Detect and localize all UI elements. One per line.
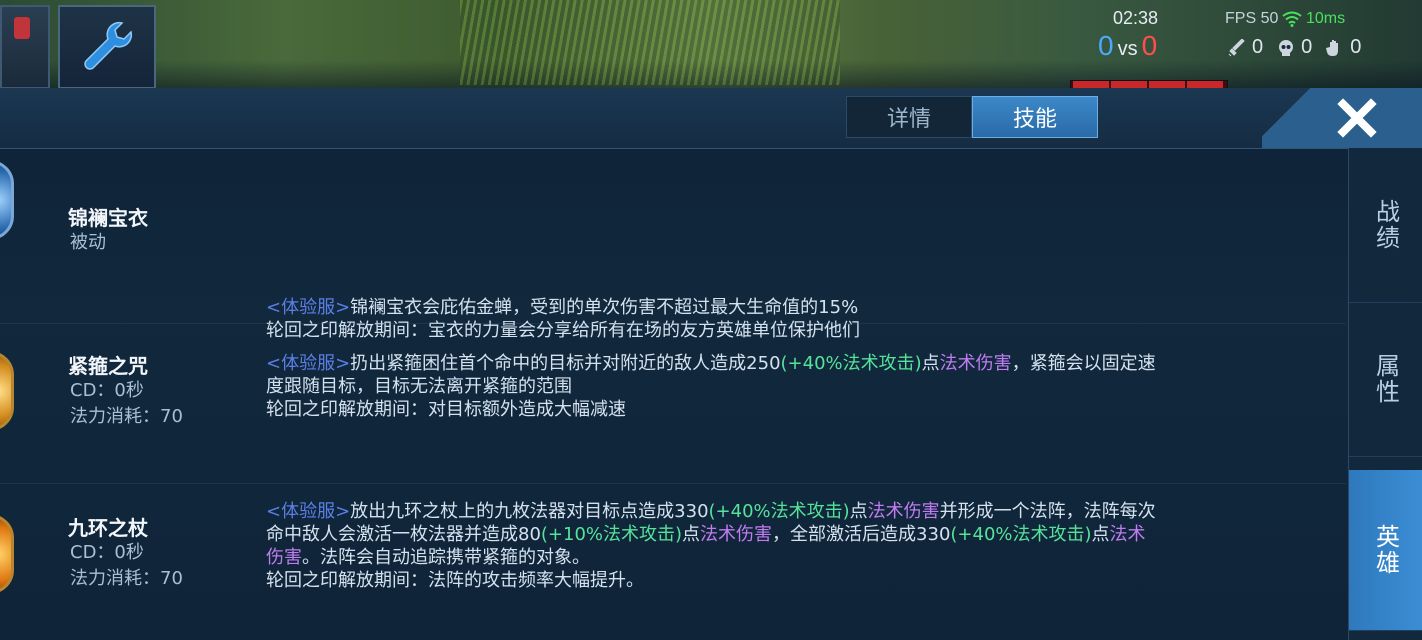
skill-cd: CD：0秒: [70, 380, 144, 401]
damage-type-text: 法术伤害: [700, 524, 773, 545]
grass-texture: [460, 0, 840, 85]
panel-header: [0, 88, 1422, 149]
tab-details[interactable]: 详情: [846, 96, 972, 138]
match-timer: 02:38: [1113, 8, 1159, 28]
minimap-item[interactable]: [0, 5, 50, 89]
description-line: 度跟随目标，目标无法离开紧箍的范围: [266, 375, 1324, 398]
deaths-count: 0: [1301, 36, 1313, 58]
skill-icon-1[interactable]: [0, 351, 14, 431]
description-line: <体验服>放出九环之杖上的九枚法器对目标点造成330(+40%法术攻击)点法术伤…: [266, 500, 1324, 523]
red-team-score: 0: [1141, 30, 1158, 61]
versus-label: vs: [1117, 38, 1138, 60]
description-text: 扔出紧箍困住首个命中的目标并对附近的敌人造成250: [350, 353, 781, 374]
side-tab-record[interactable]: 战绩: [1349, 148, 1422, 303]
sword-icon: [1228, 38, 1245, 56]
wifi-icon: [1282, 11, 1302, 27]
damage-type-text: 法术伤害: [939, 353, 1012, 374]
description-text: 。法阵会自动追踪携带紧箍的对象。: [302, 547, 590, 568]
description-text: 并形成一个法阵，法阵每次: [939, 501, 1156, 522]
hand-icon: [1326, 39, 1339, 56]
description-text: 锦襕宝衣会庇佑金蝉，受到的单次伤害不超过最大生命值的15%: [350, 297, 859, 318]
skull-icon: [1279, 39, 1294, 56]
side-tab-attributes[interactable]: 属性: [1349, 302, 1422, 457]
description-line: <体验服>扔出紧箍困住首个命中的目标并对附近的敌人造成250(+40%法术攻击)…: [266, 352, 1324, 375]
description-text: 轮回之印解放期间：法阵的攻击频率大幅提升。: [266, 570, 644, 591]
assists-stat: 0: [1326, 36, 1361, 59]
divider: [0, 323, 1346, 324]
description-text: 点: [921, 353, 940, 374]
damage-type-text: 法术: [1109, 524, 1146, 545]
close-icon: [1337, 98, 1377, 138]
skill-cost: 法力消耗：70: [70, 568, 183, 589]
description-text: 度跟随目标，目标无法离开紧箍的范围: [266, 376, 572, 397]
description-text: 放出九环之杖上的九枚法器对目标点造成330: [350, 501, 709, 522]
skill-cost: 法力消耗：70: [70, 406, 183, 427]
skill-name: 紧箍之咒: [68, 354, 148, 378]
side-tab-hero[interactable]: 英雄: [1349, 470, 1422, 631]
blue-team-score: 0: [1098, 30, 1114, 61]
description-text: 点: [682, 524, 701, 545]
description-text: ，全部激活后造成330: [772, 524, 951, 545]
kills-stat: 0: [1228, 36, 1263, 59]
assists-count: 0: [1350, 36, 1362, 58]
kda-stats: 0 0 0: [1228, 36, 1361, 59]
deaths-stat: 0: [1277, 36, 1312, 59]
skill-name: 九环之杖: [68, 516, 148, 540]
panel-tabs: 详情 技能: [846, 96, 1098, 138]
wrench-icon: [84, 21, 133, 70]
scaling-text: (+40%法术攻击): [708, 501, 850, 522]
description-text: 轮回之印解放期间：对目标额外造成大幅减速: [266, 399, 626, 420]
team-score: 0 vs 0: [1098, 30, 1157, 62]
hero-info-panel: 详情 技能 战绩 属性 英雄 锦襕宝衣 被动 <体验服>锦襕宝衣会庇佑金蝉，受到…: [0, 88, 1422, 640]
red-marker-icon: [14, 17, 30, 39]
server-tag: <体验服>: [266, 501, 351, 522]
description-line: 命中敌人会激活一枚法器并造成80(+10%法术攻击)点法术伤害，全部激活后造成3…: [266, 523, 1324, 546]
skill-icon-passive: [0, 160, 14, 240]
description-line: 伤害。法阵会自动追踪携带紧箍的对象。: [266, 546, 1324, 569]
description-text: 点: [849, 501, 868, 522]
description-line: 轮回之印解放期间：法阵的攻击频率大幅提升。: [266, 569, 1324, 592]
tab-skills[interactable]: 技能: [972, 96, 1098, 138]
description-text: 命中敌人会激活一枚法器并造成80: [266, 524, 541, 545]
scaling-text: (+10%法术攻击): [540, 524, 683, 545]
skill-cd: CD：0秒: [70, 542, 144, 563]
skill-icon-2[interactable]: [0, 514, 14, 594]
fps-readout: FPS 50: [1225, 10, 1279, 27]
side-tabs: 战绩 属性 英雄: [1348, 148, 1422, 640]
divider: [0, 483, 1346, 484]
server-tag: <体验服>: [266, 353, 351, 374]
skill-description: <体验服>锦襕宝衣会庇佑金蝉，受到的单次伤害不超过最大生命值的15% 轮回之印解放…: [266, 296, 1324, 342]
description-text: 点: [1091, 524, 1110, 545]
settings-button[interactable]: [58, 5, 156, 89]
ping-readout: 10ms: [1306, 10, 1346, 27]
skill-description: <体验服>放出九环之杖上的九枚法器对目标点造成330(+40%法术攻击)点法术伤…: [266, 500, 1324, 592]
skill-description: <体验服>扔出紧箍困住首个命中的目标并对附近的敌人造成250(+40%法术攻击)…: [266, 352, 1324, 421]
scaling-text: (+40%法术攻击): [780, 353, 922, 374]
server-tag: <体验服>: [266, 297, 351, 318]
description-text: ，紧箍会以固定速: [1011, 353, 1156, 374]
description-line: 轮回之印解放期间：对目标额外造成大幅减速: [266, 398, 1324, 421]
scaling-text: (+40%法术攻击): [950, 524, 1092, 545]
damage-type-text: 伤害: [266, 547, 302, 568]
kills-count: 0: [1252, 36, 1264, 58]
close-button[interactable]: [1333, 94, 1381, 142]
skill-name: 锦襕宝衣: [68, 206, 148, 230]
skill-type: 被动: [70, 232, 106, 253]
description-line: <体验服>锦襕宝衣会庇佑金蝉，受到的单次伤害不超过最大生命值的15%: [266, 296, 1324, 319]
damage-type-text: 法术伤害: [867, 501, 940, 522]
